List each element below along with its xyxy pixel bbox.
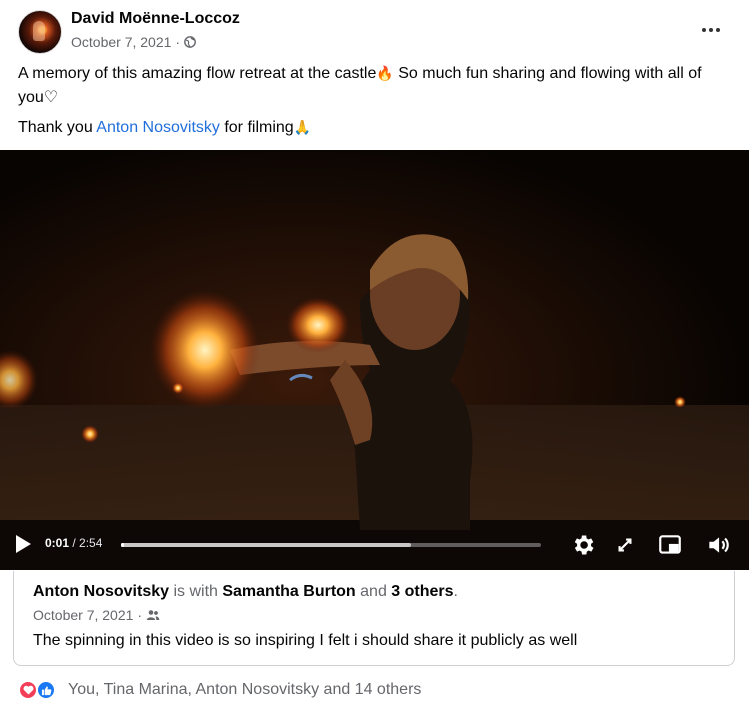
reaction-summary[interactable]: You, Tina Marina, Anton Nosovitsky and 1… (68, 681, 421, 699)
play-icon[interactable] (16, 535, 31, 553)
shared-post-card[interactable]: Anton Nosovitsky is with Samantha Burton… (13, 571, 735, 666)
post-text-part: A memory of this amazing flow retreat at… (18, 65, 377, 82)
and-text: and (355, 583, 392, 600)
pray-emoji-icon: 🙏 (293, 120, 312, 136)
volume-icon[interactable] (705, 532, 731, 558)
time-display: 0:01 / 2:54 (45, 536, 102, 550)
shared-post-meta: October 7, 2021 · (33, 607, 160, 623)
current-time: 0:01 (45, 536, 70, 550)
video-frame (0, 150, 749, 570)
tagged-person[interactable]: Samantha Burton (222, 583, 355, 600)
settings-icon[interactable] (570, 532, 596, 558)
post-text-line-1: A memory of this amazing flow retreat at… (18, 62, 738, 110)
heart-icon (23, 685, 33, 695)
video-progress-bar[interactable] (121, 543, 541, 547)
mention-link[interactable]: Anton Nosovitsky (96, 119, 220, 136)
post-text-part: Thank you (18, 119, 97, 136)
globe-icon (184, 36, 196, 48)
video-controls: 0:01 / 2:54 (0, 520, 749, 570)
more-options-button[interactable] (693, 18, 729, 42)
author-avatar[interactable] (18, 10, 62, 54)
post-text-line-2: Thank you Anton Nosovitsky for filming🙏 (18, 116, 738, 140)
tagged-others[interactable]: 3 others (391, 583, 453, 600)
meta-separator: · (175, 34, 181, 50)
progress-fill (121, 543, 124, 547)
more-dot (716, 28, 720, 32)
video-player[interactable]: 0:01 / 2:54 (0, 150, 749, 570)
reactions-bar[interactable]: You, Tina Marina, Anton Nosovitsky and 1… (18, 678, 421, 702)
period: . (453, 583, 458, 600)
fullscreen-icon[interactable] (612, 532, 638, 558)
shared-post-text: The spinning in this video is so inspiri… (33, 632, 578, 649)
friends-icon (146, 610, 160, 620)
shared-author[interactable]: Anton Nosovitsky (33, 583, 169, 600)
thumbs-up-icon (41, 685, 51, 695)
reaction-icons[interactable] (18, 679, 60, 701)
post-meta: October 7, 2021 · (71, 34, 196, 50)
total-time: / 2:54 (69, 536, 103, 550)
shared-post-date[interactable]: October 7, 2021 (33, 607, 133, 623)
author-name[interactable]: David Moënne-Loccoz (71, 10, 240, 28)
picture-in-picture-icon[interactable] (657, 532, 683, 558)
meta-separator: · (137, 607, 143, 623)
is-with-text: is with (169, 583, 223, 600)
more-options-icon (702, 28, 706, 32)
post-header: David Moënne-Loccoz October 7, 2021 · (0, 0, 749, 62)
more-dot (709, 28, 713, 32)
buffered-bar (121, 543, 411, 547)
post-text-part: for filming (219, 119, 294, 136)
love-reaction-icon[interactable] (18, 680, 38, 700)
shared-post-header: Anton Nosovitsky is with Samantha Burton… (33, 583, 458, 601)
post-body: A memory of this amazing flow retreat at… (18, 62, 738, 146)
post-date[interactable]: October 7, 2021 (71, 34, 171, 50)
fire-emoji-icon: 🔥 (376, 66, 394, 82)
like-reaction-icon[interactable] (36, 680, 56, 700)
